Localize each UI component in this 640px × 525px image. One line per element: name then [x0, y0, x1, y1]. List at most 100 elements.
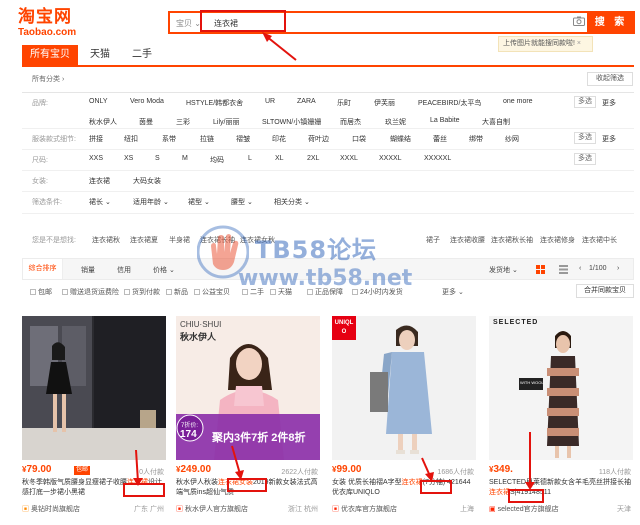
filter-value[interactable]: La Babite — [430, 117, 460, 124]
filter-value[interactable]: PEACEBIRD/太平鸟 — [418, 98, 481, 108]
breadcrumb[interactable]: 所有分类 › — [32, 74, 64, 84]
taobao-logo[interactable]: 淘宝网 Taobao.com — [18, 8, 76, 39]
filter-value[interactable]: 纽扣 — [124, 134, 138, 144]
related-tag[interactable]: 裙子 — [426, 235, 440, 245]
shop-name[interactable]: ▣ 奥钻时尚旗舰店 — [22, 504, 80, 514]
tab-second-hand[interactable]: 二手 — [124, 45, 160, 65]
filter-value[interactable]: ZARA — [297, 98, 316, 105]
filter-value[interactable]: 秋水伊人 — [89, 117, 117, 127]
sort-sales[interactable]: 销量 — [81, 265, 95, 275]
tab-all-items[interactable]: 所有宝贝 — [22, 45, 78, 65]
filter-value[interactable]: XXXL — [340, 155, 358, 162]
option-cod[interactable]: 货到付款 — [124, 287, 160, 297]
filter-value[interactable]: 荷叶边 — [308, 134, 329, 144]
filter-value[interactable]: HSTYLE/韩都衣舍 — [186, 98, 243, 108]
related-tag[interactable]: 连衣裙夏 — [130, 235, 158, 245]
option-return-insurance[interactable]: 赠送退货运费险 — [62, 287, 119, 297]
filter-value[interactable]: Vero Moda — [130, 98, 164, 105]
filter-value[interactable]: XXXXL — [379, 155, 402, 162]
filter-value[interactable]: 印花 — [272, 134, 286, 144]
collapse-filter-button[interactable]: 收起筛选 — [587, 72, 633, 86]
product-image[interactable]: SELECTED WITH WOOL — [489, 316, 633, 460]
product-image[interactable]: UNIQLO — [332, 316, 476, 460]
multi-select-button[interactable]: 多选 — [574, 153, 596, 165]
tab-underline — [22, 65, 634, 67]
filter-value[interactable]: L — [248, 155, 252, 162]
multi-select-button[interactable]: 多选 — [574, 96, 596, 108]
product-image[interactable] — [22, 316, 166, 460]
filter-value[interactable]: 连衣裙 — [89, 176, 110, 186]
more-button[interactable]: 更多 — [602, 98, 616, 108]
merge-same-items-button[interactable]: 合并同款宝贝 — [576, 284, 634, 298]
page-prev-icon[interactable]: ‹ — [579, 265, 581, 272]
product-card[interactable]: UNIQLO ¥99.00 1686人付款 女装 优质长袖褶A字型连衣裙(7分袖… — [332, 316, 476, 525]
filter-dropdown[interactable]: 腰型 ⌄ — [231, 197, 253, 207]
list-view-icon[interactable] — [559, 265, 568, 274]
filter-value[interactable]: 而居杰 — [340, 117, 361, 127]
filter-value[interactable]: 拼接 — [89, 134, 103, 144]
related-tag[interactable]: 连衣裙秋 — [92, 235, 120, 245]
camera-icon[interactable] — [573, 16, 585, 26]
option-free-shipping[interactable]: 包邮 — [30, 287, 52, 297]
filter-value[interactable]: UR — [265, 98, 275, 105]
filter-value[interactable]: 茵曼 — [139, 117, 153, 127]
filter-value[interactable]: 大码女装 — [133, 176, 161, 186]
close-icon[interactable]: × — [577, 40, 581, 47]
filter-value[interactable]: 玖兰妮 — [385, 117, 406, 127]
filter-value[interactable]: XXXXXL — [424, 155, 451, 162]
filter-value[interactable]: 绑带 — [469, 134, 483, 144]
option-new[interactable]: 新品 — [166, 287, 188, 297]
filter-value[interactable]: ONLY — [89, 98, 108, 105]
grid-view-icon[interactable] — [536, 265, 545, 274]
sort-default[interactable]: 综合排序 — [23, 259, 63, 279]
search-button[interactable]: 搜 索 — [587, 11, 635, 34]
filter-value[interactable]: Lily/丽丽 — [213, 117, 239, 127]
filter-value[interactable]: M — [182, 155, 188, 162]
filter-value[interactable]: XS — [124, 155, 133, 162]
page-next-icon[interactable]: › — [617, 265, 619, 272]
shop-name[interactable]: ▣ selected官方旗舰店 — [489, 504, 559, 514]
filter-value[interactable]: 褶皱 — [236, 134, 250, 144]
filter-value[interactable]: XXS — [89, 155, 103, 162]
filter-value[interactable]: 2XL — [307, 155, 319, 162]
multi-select-button[interactable]: 多选 — [574, 132, 596, 144]
related-tag[interactable]: 连衣裙收腰 — [450, 235, 485, 245]
filter-panel: 品牌: ONLY Vero Moda HSTYLE/韩都衣舍 UR ZARA 乐… — [22, 92, 634, 214]
shop-name[interactable]: ▣ 优衣库官方旗舰店 — [332, 504, 397, 514]
related-tag[interactable]: 半身裙 — [169, 235, 190, 245]
location-filter[interactable]: 发货地 ⌄ — [489, 265, 518, 275]
filter-value[interactable]: 大喜自制 — [482, 117, 510, 127]
filter-value[interactable]: 蕾丝 — [433, 134, 447, 144]
tab-tmall[interactable]: 天猫 — [82, 45, 118, 65]
filter-value[interactable]: 口袋 — [352, 134, 366, 144]
related-tag[interactable]: 连衣裙秋长袖 — [491, 235, 533, 245]
product-card[interactable]: CHIU·SHUI 秋水伊人 7折价: 174 聚内3件7折 2件8折 ¥249… — [176, 316, 320, 525]
related-tag[interactable]: 连衣裙修身 — [540, 235, 575, 245]
option-charity[interactable]: 公益宝贝 — [194, 287, 230, 297]
filter-value[interactable]: 蝴蝶结 — [390, 134, 411, 144]
filter-value[interactable]: 拉链 — [200, 134, 214, 144]
sort-credit[interactable]: 信用 — [117, 265, 131, 275]
filter-value[interactable]: XL — [275, 155, 284, 162]
filter-dropdown[interactable]: 裙长 ⌄ — [89, 197, 111, 207]
filter-dropdown[interactable]: 适用年龄 ⌄ — [133, 197, 169, 207]
filter-value[interactable]: one more — [503, 98, 533, 105]
filter-dropdown[interactable]: 相关分类 ⌄ — [274, 197, 310, 207]
related-tag[interactable]: 连衣裙中长 — [582, 235, 617, 245]
filter-value[interactable]: 伊芙丽 — [374, 98, 395, 108]
filter-value[interactable]: 均码 — [210, 155, 224, 165]
search-scope-select[interactable]: 宝贝 ⌄ — [176, 18, 201, 29]
filter-value[interactable]: 乐町 — [337, 98, 351, 108]
filter-dropdown[interactable]: 裙型 ⌄ — [188, 197, 210, 207]
filter-value[interactable]: SLTOWN/小镇姗姗 — [262, 117, 321, 127]
filter-value[interactable]: 纱网 — [505, 134, 519, 144]
sort-price[interactable]: 价格 ⌄ — [153, 265, 175, 275]
filter-value[interactable]: 三彩 — [176, 117, 190, 127]
product-title[interactable]: 女装 优质长袖褶A字型连衣裙(7分袖) 421644 优衣库UNIQLO — [332, 478, 476, 498]
product-image[interactable]: CHIU·SHUI 秋水伊人 7折价: 174 聚内3件7折 2件8折 — [176, 316, 320, 460]
filter-value[interactable]: S — [155, 155, 160, 162]
option-more[interactable]: 更多 ⌄ — [442, 287, 464, 297]
shop-name[interactable]: ▣ 秋水伊人官方旗舰店 — [176, 504, 248, 514]
filter-value[interactable]: 系带 — [162, 134, 176, 144]
more-button[interactable]: 更多 — [602, 134, 616, 144]
